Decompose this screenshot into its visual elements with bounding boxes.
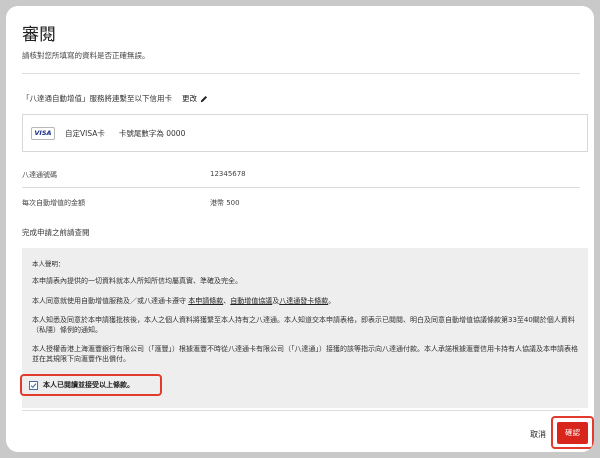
change-label: 更改 (182, 94, 197, 103)
divider (22, 410, 580, 411)
topup-amount-row: 每次自動增值的金額 港幣 500 (22, 198, 580, 208)
divider (22, 187, 580, 188)
autopay-agreement-link[interactable]: 自動增值協議 (230, 297, 272, 305)
cancel-button[interactable]: 取消 (530, 429, 546, 440)
card-name: 自定VISA卡 (65, 128, 105, 138)
agree-terms-checkbox[interactable]: 本人已閱讀並接受以上條款。 (20, 374, 162, 396)
terms-paragraph: 本申請表內提供的一切資料就本人所知所信均屬真實、準確及完全。 (32, 277, 242, 286)
credit-card-box: VISA 自定VISA卡 卡號尾數字為 0000 (22, 114, 588, 152)
terms-text: 本人同意就使用自動增值服務及／或八達通卡遵守 (32, 296, 186, 305)
field-value: 港幣 500 (210, 199, 240, 207)
change-link[interactable]: 更改 (182, 93, 208, 104)
terms-paragraph: 本人授權香港上海滙豐銀行有限公司（「滙豐」）根據滙豐不時從八達通卡有限公司（「八… (32, 344, 578, 364)
linked-card-row: 「八達通自動增值」服務將連繫至以下信用卡 更改 (22, 93, 208, 104)
review-card: 審閱 請核對您所填寫的資料是否正確無誤。 「八達通自動增值」服務將連繫至以下信用… (6, 6, 594, 452)
terms-text: 。 (328, 296, 336, 305)
card-last4: 卡號尾數字為 0000 (118, 128, 186, 138)
linked-card-heading: 「八達通自動增值」服務將連繫至以下信用卡 (22, 94, 172, 103)
page-subtitle: 請核對您所填寫的資料是否正確無誤。 (22, 51, 150, 60)
application-terms-link[interactable]: 本申請條款 (188, 297, 223, 305)
divider (22, 73, 580, 74)
octopus-terms-link[interactable]: 八達通發卡條款 (279, 297, 328, 305)
field-label: 八達通號碼 (22, 171, 57, 179)
checkbox-checked-icon[interactable] (29, 380, 38, 390)
agree-label: 本人已閱讀並接受以上條款。 (43, 381, 134, 389)
terms-paragraph: 本人同意就使用自動增值服務及／或八達通卡遵守 本申請條款、自動增值協議及八達通發… (32, 296, 578, 306)
terms-intro: 本人聲明： (32, 260, 65, 268)
octopus-number-row: 八達通號碼 12345678 (22, 170, 580, 180)
confirm-button[interactable]: 確認 (557, 421, 588, 444)
confirm-highlight: 確認 (551, 416, 594, 449)
pencil-icon (200, 95, 208, 103)
visa-icon: VISA (31, 126, 55, 140)
page-title: 審閱 (22, 25, 56, 45)
terms-paragraph: 本人知悉及同意於本申請獲批核後，本人之個人資料將獲繫至本人持有之八達通。本人知道… (32, 315, 575, 334)
terms-heading: 完成申請之前請查閱 (22, 228, 90, 237)
field-value: 12345678 (210, 170, 246, 178)
field-label: 每次自動增值的金額 (22, 199, 85, 207)
